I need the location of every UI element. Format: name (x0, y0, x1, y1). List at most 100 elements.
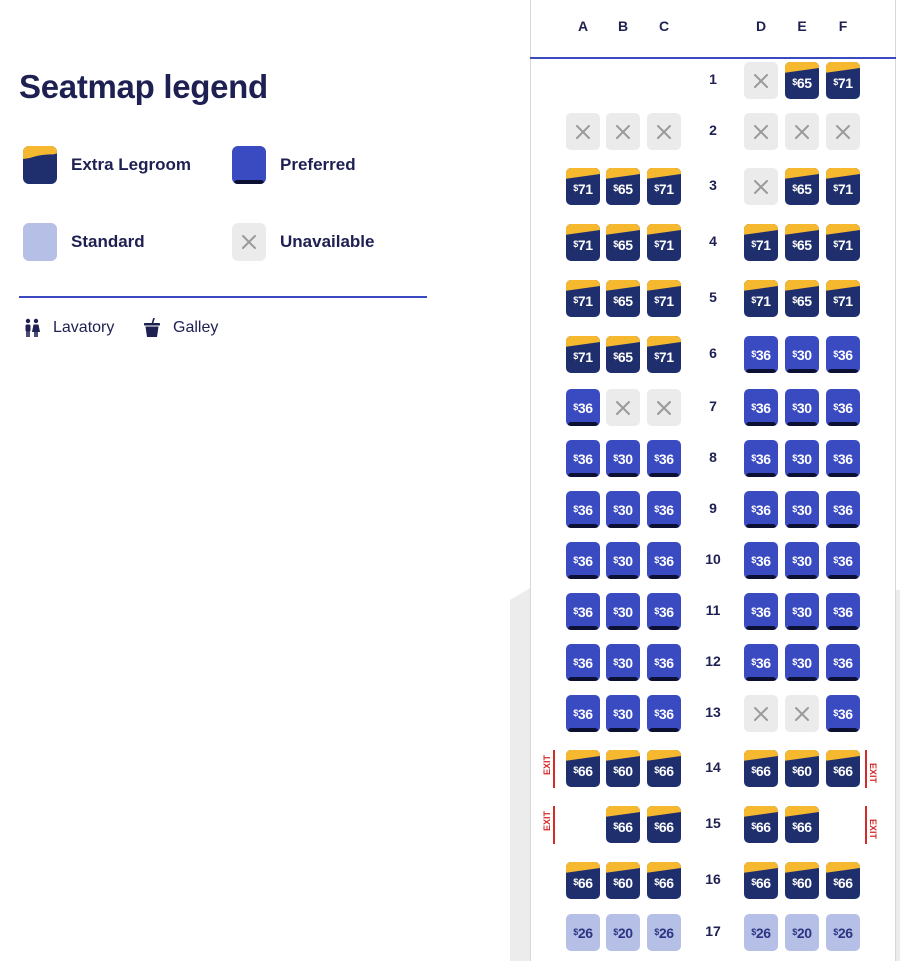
seat-14a[interactable]: $66 (566, 750, 600, 787)
seat-10a[interactable]: $36 (566, 542, 600, 579)
seat-12b[interactable]: $30 (606, 644, 640, 681)
seat-3f[interactable]: $71 (826, 168, 860, 205)
seat-3c[interactable]: $71 (647, 168, 681, 205)
seat-17c[interactable]: $26 (647, 914, 681, 951)
seat-1f[interactable]: $71 (826, 62, 860, 99)
seat-7e[interactable]: $30 (785, 389, 819, 426)
seat-13f-price: $36 (833, 705, 853, 722)
legend-title: Seatmap legend (19, 68, 268, 105)
seat-17b[interactable]: $20 (606, 914, 640, 951)
seat-11a[interactable]: $36 (566, 593, 600, 630)
seat-10f[interactable]: $36 (826, 542, 860, 579)
seat-5d[interactable]: $71 (744, 280, 778, 317)
seat-16e[interactable]: $60 (785, 862, 819, 899)
seat-15d[interactable]: $66 (744, 806, 778, 843)
seat-9e[interactable]: $30 (785, 491, 819, 528)
seat-10b[interactable]: $30 (606, 542, 640, 579)
seat-14e[interactable]: $60 (785, 750, 819, 787)
seat-8c[interactable]: $36 (647, 440, 681, 477)
seat-11f[interactable]: $36 (826, 593, 860, 630)
seat-10c[interactable]: $36 (647, 542, 681, 579)
seat-4f[interactable]: $71 (826, 224, 860, 261)
seat-5c[interactable]: $71 (647, 280, 681, 317)
seat-12c[interactable]: $36 (647, 644, 681, 681)
seat-9b[interactable]: $30 (606, 491, 640, 528)
seat-8f[interactable]: $36 (826, 440, 860, 477)
seat-7f[interactable]: $36 (826, 389, 860, 426)
seat-4c[interactable]: $71 (647, 224, 681, 261)
seat-3d (744, 168, 778, 205)
seat-1e[interactable]: $65 (785, 62, 819, 99)
seat-12f[interactable]: $36 (826, 644, 860, 681)
legend-label-lavatory: Lavatory (53, 319, 115, 336)
seat-9a[interactable]: $36 (566, 491, 600, 528)
seat-6a[interactable]: $71 (566, 336, 600, 373)
extra-legroom-seat-icon (23, 146, 57, 184)
seat-6b[interactable]: $65 (606, 336, 640, 373)
seat-12a[interactable]: $36 (566, 644, 600, 681)
seat-14b[interactable]: $60 (606, 750, 640, 787)
seat-10d-price: $36 (751, 552, 771, 569)
seat-13b[interactable]: $30 (606, 695, 640, 732)
seat-15b[interactable]: $66 (606, 806, 640, 843)
seat-7d[interactable]: $36 (744, 389, 778, 426)
seat-6c[interactable]: $71 (647, 336, 681, 373)
seat-3a[interactable]: $71 (566, 168, 600, 205)
seat-14f[interactable]: $66 (826, 750, 860, 787)
legend-label-standard: Standard (71, 232, 145, 251)
seat-14c-price: $66 (654, 762, 674, 779)
seat-16c[interactable]: $66 (647, 862, 681, 899)
seat-3e-price: $65 (792, 180, 812, 197)
seat-14c[interactable]: $66 (647, 750, 681, 787)
seat-13f[interactable]: $36 (826, 695, 860, 732)
seat-16b[interactable]: $60 (606, 862, 640, 899)
seat-8d[interactable]: $36 (744, 440, 778, 477)
seat-8e[interactable]: $30 (785, 440, 819, 477)
seat-13a[interactable]: $36 (566, 695, 600, 732)
exit-marker-right-row-14: EXIT (865, 750, 879, 788)
seat-10d[interactable]: $36 (744, 542, 778, 579)
seat-11f-price: $36 (833, 603, 853, 620)
seat-8b[interactable]: $30 (606, 440, 640, 477)
seat-3e[interactable]: $65 (785, 168, 819, 205)
seat-5f[interactable]: $71 (826, 280, 860, 317)
seat-4a[interactable]: $71 (566, 224, 600, 261)
seat-10e[interactable]: $30 (785, 542, 819, 579)
seat-6e-price: $30 (792, 346, 812, 363)
seat-9d[interactable]: $36 (744, 491, 778, 528)
seat-17f-price: $26 (833, 924, 853, 941)
seat-3f-price: $71 (833, 180, 853, 197)
seat-16f[interactable]: $66 (826, 862, 860, 899)
seat-16d[interactable]: $66 (744, 862, 778, 899)
seat-12d[interactable]: $36 (744, 644, 778, 681)
seat-9f[interactable]: $36 (826, 491, 860, 528)
seat-17f[interactable]: $26 (826, 914, 860, 951)
seat-5e[interactable]: $65 (785, 280, 819, 317)
seat-11c[interactable]: $36 (647, 593, 681, 630)
seat-11b[interactable]: $30 (606, 593, 640, 630)
seat-14d[interactable]: $66 (744, 750, 778, 787)
seat-9c[interactable]: $36 (647, 491, 681, 528)
seat-4b[interactable]: $65 (606, 224, 640, 261)
seat-11d[interactable]: $36 (744, 593, 778, 630)
seat-8a[interactable]: $36 (566, 440, 600, 477)
seat-16a[interactable]: $66 (566, 862, 600, 899)
seat-5b[interactable]: $65 (606, 280, 640, 317)
seat-4d[interactable]: $71 (744, 224, 778, 261)
seat-12e[interactable]: $30 (785, 644, 819, 681)
seat-7a[interactable]: $36 (566, 389, 600, 426)
seat-17a[interactable]: $26 (566, 914, 600, 951)
seat-11e[interactable]: $30 (785, 593, 819, 630)
seat-3b[interactable]: $65 (606, 168, 640, 205)
seat-15c[interactable]: $66 (647, 806, 681, 843)
seat-6e[interactable]: $30 (785, 336, 819, 373)
seat-6d[interactable]: $36 (744, 336, 778, 373)
seat-6f[interactable]: $36 (826, 336, 860, 373)
seat-4e[interactable]: $65 (785, 224, 819, 261)
seat-17d[interactable]: $26 (744, 914, 778, 951)
seat-1d (744, 62, 778, 99)
seat-5a[interactable]: $71 (566, 280, 600, 317)
seat-17e[interactable]: $20 (785, 914, 819, 951)
seat-15e[interactable]: $66 (785, 806, 819, 843)
seat-13c[interactable]: $36 (647, 695, 681, 732)
